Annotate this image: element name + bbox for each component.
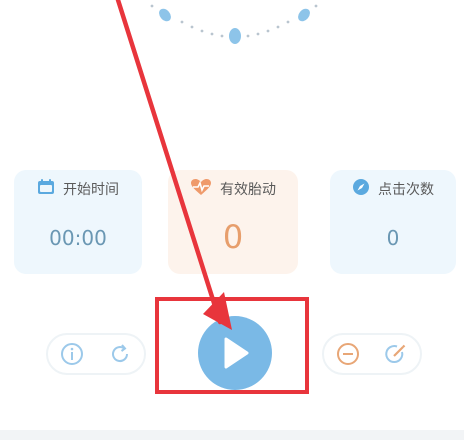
refresh-button[interactable] (106, 340, 134, 368)
compass-icon (352, 178, 370, 200)
start-time-value: 00:00 (49, 226, 107, 250)
edit-button[interactable] (382, 340, 410, 368)
click-count-value: 0 (386, 226, 400, 250)
info-icon (61, 343, 83, 365)
minus-icon (337, 343, 359, 365)
bottom-divider (0, 430, 464, 440)
dial-marker (298, 8, 310, 22)
highlight-box (155, 297, 309, 394)
left-control-group (46, 333, 146, 375)
edit-icon (385, 344, 406, 363)
dial-marker (159, 8, 171, 22)
effective-movements-card: 有效胎动 0 (168, 170, 298, 274)
refresh-icon (112, 344, 129, 363)
info-button[interactable] (58, 340, 86, 368)
heartbeat-icon (190, 178, 212, 200)
right-control-group (322, 333, 422, 375)
effective-movements-value: 0 (222, 218, 244, 256)
dial-marker (229, 28, 241, 44)
start-time-card: 开始时间 00:00 (14, 170, 142, 274)
effective-movements-label: 有效胎动 (220, 182, 276, 198)
click-count-card: 点击次数 0 (330, 170, 456, 274)
progress-dial (150, 4, 318, 44)
calendar-icon (37, 178, 55, 200)
start-time-label: 开始时间 (63, 182, 119, 198)
click-count-label: 点击次数 (378, 182, 434, 198)
minus-button[interactable] (334, 340, 362, 368)
